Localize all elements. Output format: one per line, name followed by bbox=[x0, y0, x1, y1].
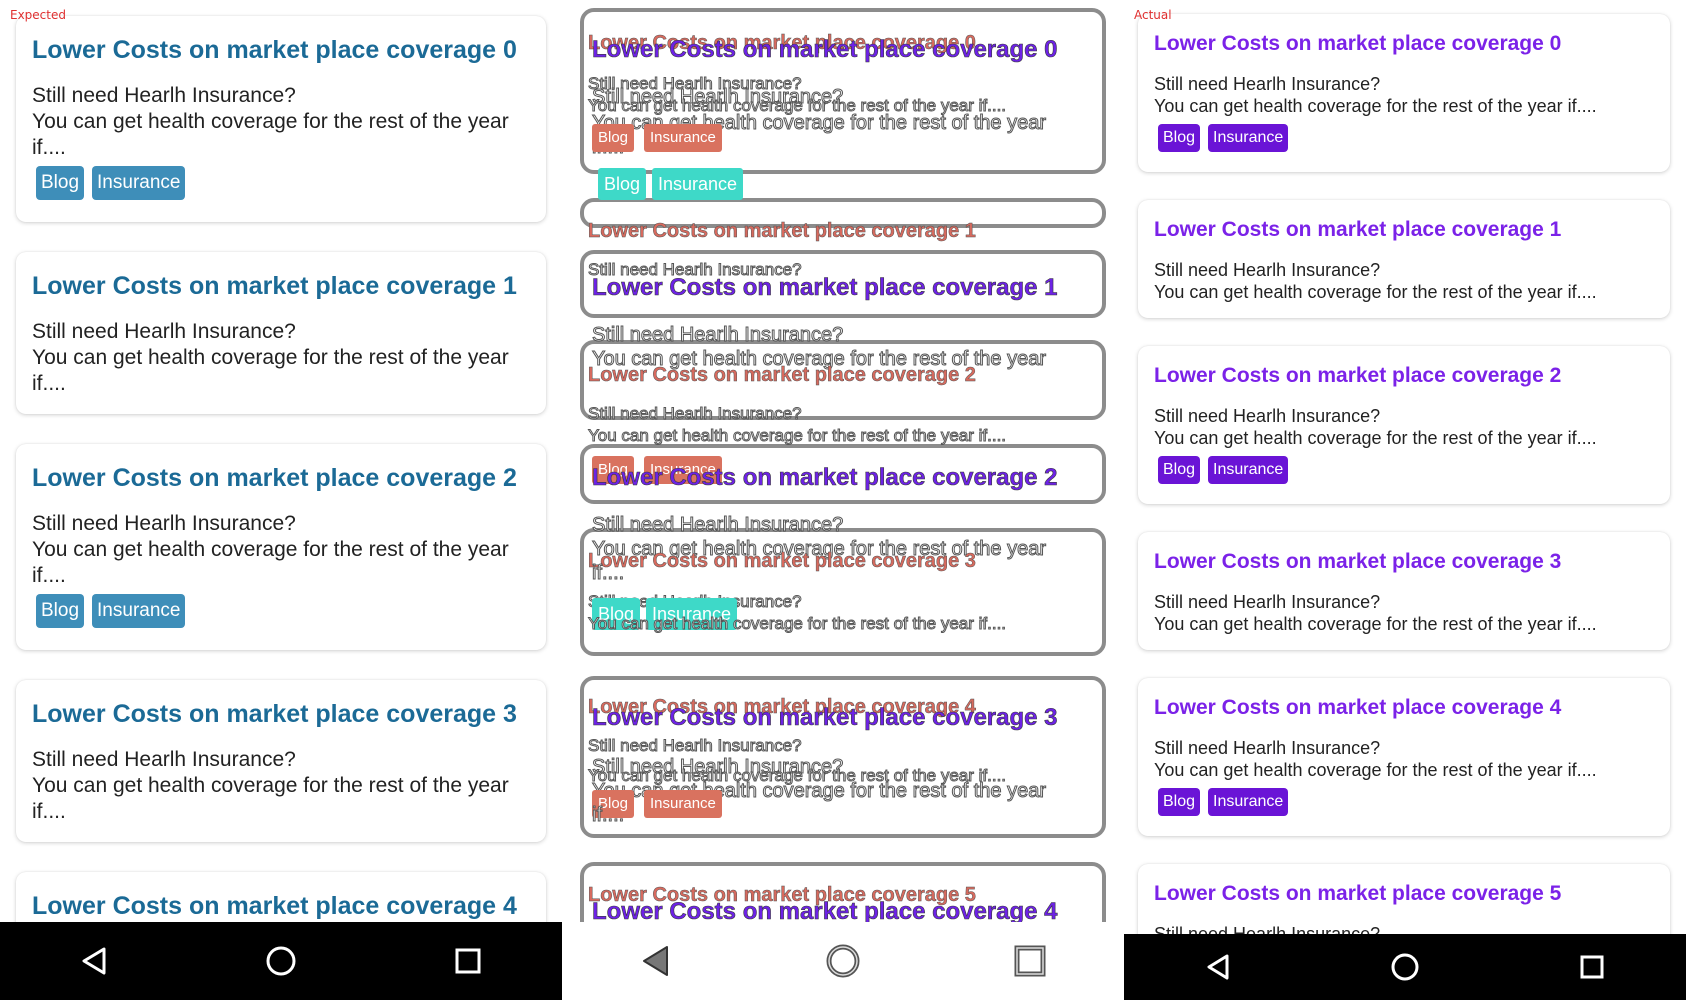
post-card[interactable]: Lower Costs on market place coverage 3 S… bbox=[16, 680, 546, 842]
post-title[interactable]: Lower Costs on market place coverage 2 bbox=[1154, 364, 1561, 388]
post-title[interactable]: Lower Costs on market place coverage 1 bbox=[32, 272, 517, 301]
actual-label: Actual bbox=[1134, 8, 1172, 22]
recents-icon[interactable] bbox=[448, 941, 488, 981]
home-icon[interactable] bbox=[1385, 947, 1425, 987]
diff-line: Still need Hearlh Insurance? bbox=[591, 514, 844, 537]
post-excerpt-line: if.... bbox=[32, 136, 66, 159]
diff-tag-removed: Insurance bbox=[644, 124, 722, 152]
back-icon[interactable] bbox=[1198, 947, 1238, 987]
tag-insurance[interactable]: Insurance bbox=[1208, 456, 1289, 484]
post-excerpt-line: You can get health coverage for the rest… bbox=[1154, 428, 1597, 448]
post-title[interactable]: Lower Costs on market place coverage 4 bbox=[1154, 696, 1561, 720]
post-excerpt-line: if.... bbox=[32, 564, 66, 587]
post-excerpt-line: Still need Hearlh Insurance? bbox=[1154, 74, 1381, 94]
post-title[interactable]: Lower Costs on market place coverage 2 bbox=[32, 464, 517, 493]
post-title[interactable]: Lower Costs on market place coverage 0 bbox=[1154, 32, 1561, 56]
diff-line: You can get health coverage for the rest… bbox=[587, 614, 1007, 634]
tag-blog[interactable]: Blog bbox=[36, 594, 85, 628]
expected-panel: Expected Lower Costs on market place cov… bbox=[0, 0, 562, 1000]
diff-line: Still need Hearlh Insurance? bbox=[588, 736, 803, 756]
post-excerpt-line: You can get health coverage for the rest… bbox=[32, 110, 509, 133]
post-title[interactable]: Lower Costs on market place coverage 5 bbox=[1154, 882, 1561, 906]
post-excerpt-line: Still need Hearlh Insurance? bbox=[32, 748, 296, 771]
post-title[interactable]: Lower Costs on market place coverage 3 bbox=[1154, 550, 1561, 574]
post-excerpt-line: if.... bbox=[32, 800, 66, 823]
tag-insurance[interactable]: Insurance bbox=[1208, 788, 1289, 816]
post-excerpt-line: You can get health coverage for the rest… bbox=[32, 346, 509, 369]
diff-line: Still need Hearlh Insurance? bbox=[591, 324, 844, 347]
actual-panel: Actual Lower Costs on market place cover… bbox=[1124, 0, 1686, 1000]
diff-tag-added: Insurance bbox=[652, 168, 744, 200]
diff-line: if.... bbox=[591, 804, 625, 827]
post-excerpt-line: Still need Hearlh Insurance? bbox=[1154, 592, 1381, 612]
tag-blog[interactable]: Blog bbox=[1158, 124, 1201, 152]
back-icon[interactable] bbox=[636, 941, 676, 981]
home-icon[interactable] bbox=[823, 941, 863, 981]
diff-title-actual: Lower Costs on market place coverage 2 bbox=[588, 364, 976, 387]
post-excerpt-line: Still need Hearlh Insurance? bbox=[1154, 406, 1381, 426]
expected-label: Expected bbox=[10, 8, 66, 22]
diff-title-expected: Lower Costs on market place coverage 1 bbox=[592, 274, 1058, 302]
post-card[interactable]: Lower Costs on market place coverage 2 S… bbox=[1138, 346, 1670, 504]
tag-insurance[interactable]: Insurance bbox=[92, 594, 186, 628]
post-excerpt-line: You can get health coverage for the rest… bbox=[1154, 282, 1597, 302]
diff-tag-added: Blog bbox=[598, 168, 647, 200]
diff-title-expected: Lower Costs on market place coverage 3 bbox=[592, 704, 1058, 732]
post-excerpt-line: Still need Hearlh Insurance? bbox=[32, 512, 296, 535]
post-excerpt-line: Still need Hearlh Insurance? bbox=[32, 84, 296, 107]
post-excerpt-line: You can get health coverage for the rest… bbox=[32, 538, 509, 561]
tag-insurance[interactable]: Insurance bbox=[1208, 124, 1289, 152]
post-card[interactable]: Lower Costs on market place coverage 1 S… bbox=[16, 252, 546, 414]
tag-insurance[interactable]: Insurance bbox=[92, 166, 186, 200]
diff-title-actual: Lower Costs on market place coverage 3 bbox=[588, 550, 976, 573]
tag-blog[interactable]: Blog bbox=[1158, 456, 1201, 484]
post-excerpt-line: You can get health coverage for the rest… bbox=[1154, 760, 1597, 780]
post-excerpt-line: You can get health coverage for the rest… bbox=[32, 774, 509, 797]
recents-icon[interactable] bbox=[1572, 947, 1612, 987]
post-card[interactable]: Lower Costs on market place coverage 2 S… bbox=[16, 444, 546, 650]
diff-tag-removed: Blog bbox=[592, 124, 635, 152]
home-icon[interactable] bbox=[261, 941, 301, 981]
diff-title-expected: Lower Costs on market place coverage 0 bbox=[592, 36, 1058, 64]
diff-panel: Lower Costs on market place coverage 0 L… bbox=[562, 0, 1124, 1000]
post-card[interactable]: Lower Costs on market place coverage 4 S… bbox=[1138, 678, 1670, 836]
back-icon[interactable] bbox=[74, 941, 114, 981]
post-title[interactable]: Lower Costs on market place coverage 0 bbox=[32, 36, 517, 65]
post-card[interactable]: Lower Costs on market place coverage 0 S… bbox=[1138, 14, 1670, 172]
diff-line: if.... bbox=[591, 562, 625, 585]
recents-icon[interactable] bbox=[1010, 941, 1050, 981]
post-card[interactable]: Lower Costs on market place coverage 0 S… bbox=[16, 16, 546, 222]
post-excerpt-line: You can get health coverage for the rest… bbox=[1154, 96, 1597, 116]
diff-title-actual: Lower Costs on market place coverage 1 bbox=[588, 220, 976, 243]
post-excerpt-line: if.... bbox=[32, 372, 66, 395]
post-excerpt-line: You can get health coverage for the rest… bbox=[1154, 614, 1597, 634]
post-excerpt-line: Still need Hearlh Insurance? bbox=[32, 320, 296, 343]
post-title[interactable]: Lower Costs on market place coverage 1 bbox=[1154, 218, 1561, 242]
post-excerpt-line: Still need Hearlh Insurance? bbox=[1154, 738, 1381, 758]
post-card[interactable]: Lower Costs on market place coverage 1 S… bbox=[1138, 200, 1670, 318]
android-nav-bar bbox=[1124, 934, 1686, 1000]
post-title[interactable]: Lower Costs on market place coverage 4 bbox=[32, 892, 517, 921]
tag-blog[interactable]: Blog bbox=[36, 166, 85, 200]
diff-tag-removed: Insurance bbox=[644, 790, 722, 818]
android-nav-bar bbox=[562, 922, 1124, 1000]
android-nav-bar bbox=[0, 922, 562, 1000]
post-card[interactable]: Lower Costs on market place coverage 3 S… bbox=[1138, 532, 1670, 650]
tag-blog[interactable]: Blog bbox=[1158, 788, 1201, 816]
diff-title-expected: Lower Costs on market place coverage 2 bbox=[592, 464, 1058, 492]
diff-line: Still need Hearlh Insurance? bbox=[588, 404, 803, 424]
post-excerpt-line: Still need Hearlh Insurance? bbox=[1154, 260, 1381, 280]
post-title[interactable]: Lower Costs on market place coverage 3 bbox=[32, 700, 517, 729]
diff-line: You can get health coverage for the rest… bbox=[587, 426, 1007, 446]
